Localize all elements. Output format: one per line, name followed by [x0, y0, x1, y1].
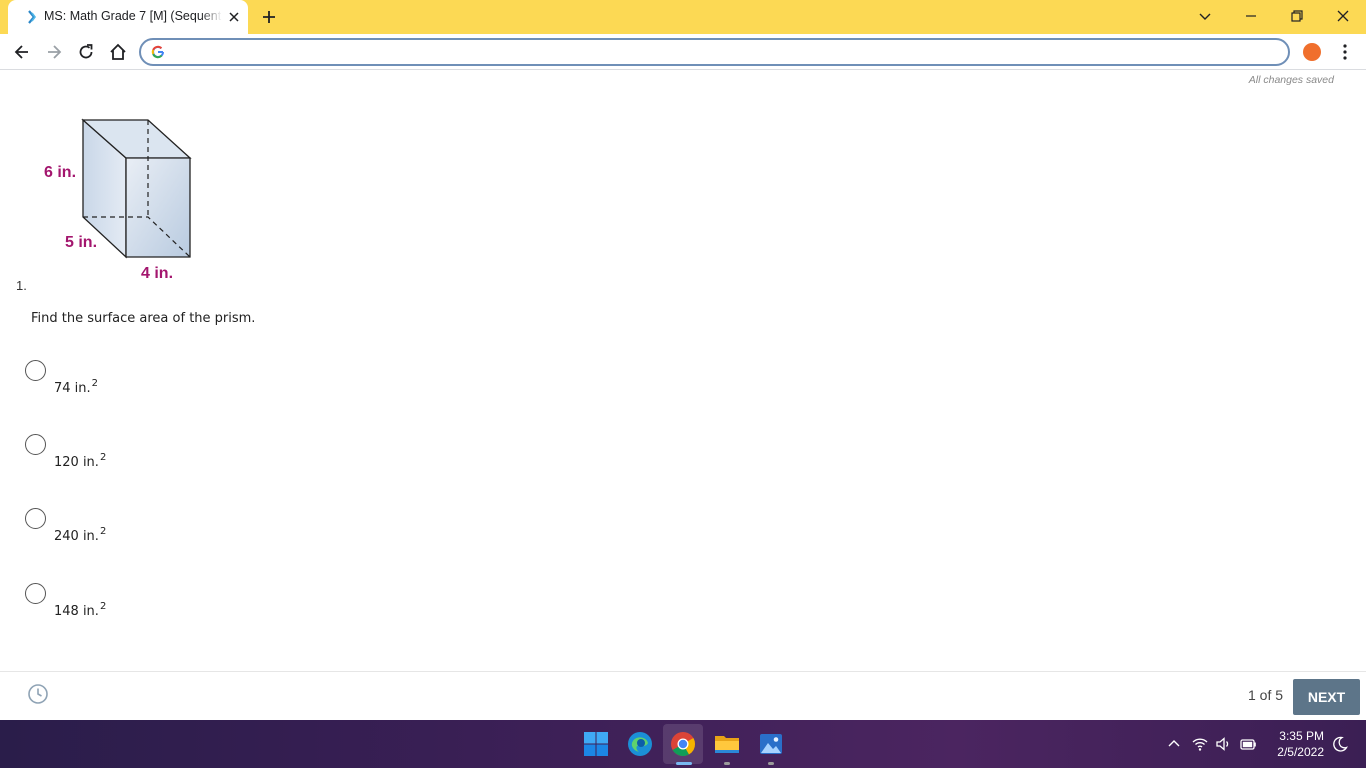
question-number: 1.	[16, 278, 27, 293]
answer-option[interactable]: 240 in.2	[25, 508, 225, 554]
photos-running-indicator	[768, 762, 774, 765]
tray-time: 3:35 PM	[1279, 729, 1324, 743]
edge-icon[interactable]	[626, 730, 654, 758]
browser-titlebar: MS: Math Grade 7 [M] (Sequential)	[0, 0, 1366, 34]
radio-button[interactable]	[25, 360, 46, 381]
chrome-icon[interactable]	[669, 730, 697, 758]
moon-icon[interactable]	[1331, 735, 1349, 753]
answer-label: 148 in.2	[54, 601, 107, 619]
clock-icon[interactable]	[27, 683, 49, 705]
radio-button[interactable]	[25, 508, 46, 529]
google-g-icon	[151, 45, 164, 59]
radio-button[interactable]	[25, 583, 46, 604]
depth-label: 5 in.	[65, 234, 97, 251]
answer-option[interactable]: 74 in.2	[25, 360, 225, 406]
tab-close-icon[interactable]	[227, 10, 241, 24]
address-input[interactable]	[173, 43, 1273, 61]
browser-tab[interactable]: MS: Math Grade 7 [M] (Sequential)	[8, 0, 248, 34]
answer-option[interactable]: 148 in.2	[25, 583, 225, 629]
address-bar[interactable]	[139, 38, 1290, 66]
width-label: 4 in.	[141, 265, 173, 282]
file-explorer-icon[interactable]	[713, 730, 741, 758]
radio-button[interactable]	[25, 434, 46, 455]
answer-label: 240 in.2	[54, 526, 107, 544]
photos-icon[interactable]	[757, 730, 785, 758]
new-tab-icon[interactable]	[260, 8, 278, 26]
answer-label: 74 in.2	[54, 378, 99, 396]
next-button[interactable]: NEXT	[1293, 679, 1360, 715]
save-status: All changes saved	[1248, 74, 1334, 86]
tab-search-chevron-icon[interactable]	[1195, 6, 1215, 26]
site-favicon-icon	[28, 10, 36, 24]
assessment-footer: 1 of 5 NEXT	[0, 671, 1366, 720]
tab-title: MS: Math Grade 7 [M] (Sequential)	[44, 9, 222, 23]
chevron-up-icon[interactable]	[1165, 735, 1183, 753]
answer-label: 120 in.2	[54, 452, 107, 470]
wifi-icon[interactable]	[1191, 735, 1209, 753]
tray-clock[interactable]: 3:35 PM 2/5/2022	[1270, 728, 1324, 760]
windows-taskbar: 3:35 PM 2/5/2022	[0, 720, 1366, 768]
restore-icon[interactable]	[1287, 6, 1307, 26]
start-icon[interactable]	[582, 730, 610, 758]
profile-avatar-icon[interactable]	[1303, 43, 1321, 61]
battery-icon[interactable]	[1239, 735, 1257, 753]
tray-date: 2/5/2022	[1277, 745, 1324, 759]
height-label: 6 in.	[44, 164, 76, 181]
close-window-icon[interactable]	[1333, 6, 1353, 26]
page-indicator: 1 of 5	[1248, 687, 1284, 703]
chrome-active-indicator	[676, 762, 692, 765]
speaker-icon[interactable]	[1214, 735, 1232, 753]
forward-icon[interactable]	[44, 42, 64, 62]
answer-option[interactable]: 120 in.2	[25, 434, 225, 480]
home-icon[interactable]	[108, 42, 128, 62]
question-text: Find the surface area of the prism.	[31, 311, 256, 326]
minimize-icon[interactable]	[1241, 6, 1261, 26]
back-icon[interactable]	[12, 42, 32, 62]
rectangular-prism-figure: 6 in. 5 in. 4 in.	[44, 118, 192, 282]
explorer-running-indicator	[724, 762, 730, 765]
browser-menu-icon[interactable]	[1340, 42, 1350, 62]
browser-toolbar	[0, 34, 1366, 70]
reload-icon[interactable]	[76, 42, 96, 62]
